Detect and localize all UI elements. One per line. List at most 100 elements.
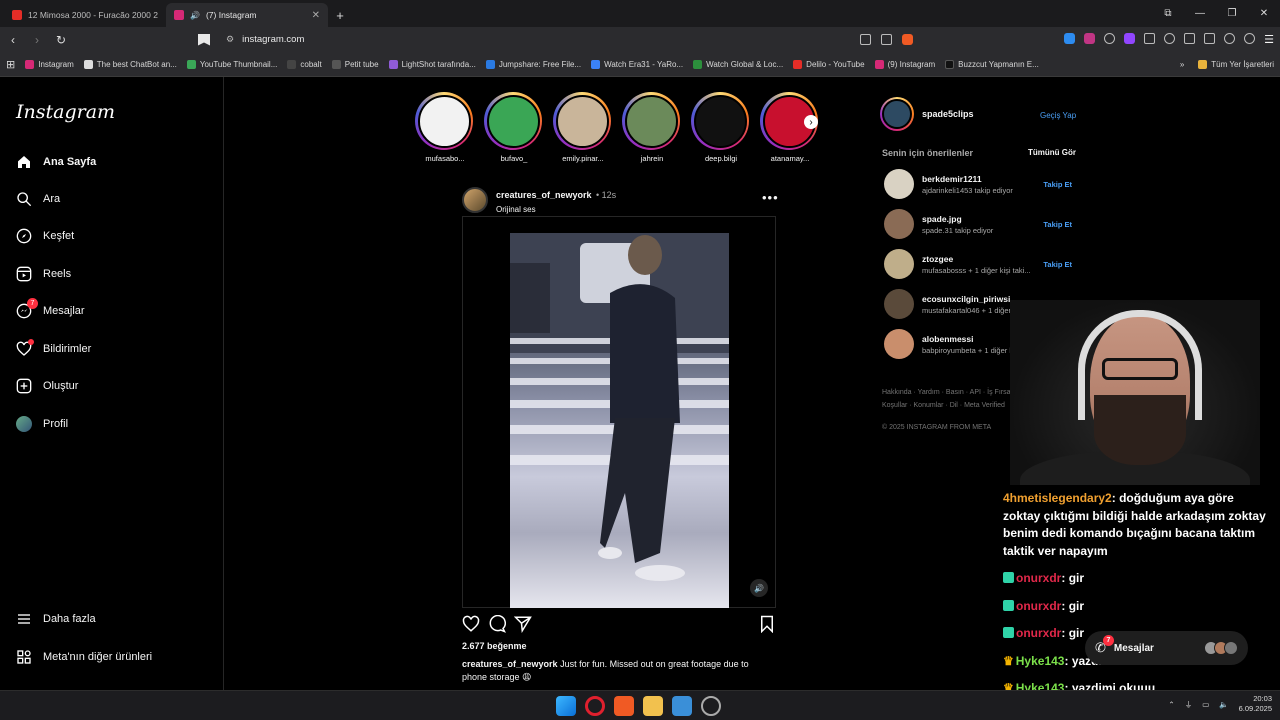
nav-notifications[interactable]: Bildirimler <box>16 339 91 357</box>
bookmark-item[interactable]: (9) Instagram <box>874 59 935 69</box>
all-bookmarks[interactable]: Tüm Yer İşaretleri <box>1198 59 1274 69</box>
stories-next-icon[interactable]: › <box>804 115 818 129</box>
chevron-up-icon[interactable]: ⌃ <box>1168 700 1174 709</box>
apps-grid-icon[interactable]: ⊞ <box>6 58 15 71</box>
sidebar-icon[interactable] <box>1204 33 1216 44</box>
bookmark-icon[interactable] <box>198 33 210 46</box>
save-bookmark-icon[interactable] <box>758 615 776 633</box>
menu-icon[interactable]: ☰ <box>1264 33 1274 46</box>
brave-shield-icon[interactable] <box>902 34 913 45</box>
like-heart-icon[interactable] <box>462 615 480 633</box>
bookmark-item[interactable]: cobalt <box>287 59 322 69</box>
see-all-link[interactable]: Tümünü Gör <box>1028 148 1076 157</box>
messages-pill[interactable]: ✆ 7 Mesajlar <box>1085 631 1248 665</box>
share-icon[interactable] <box>881 34 892 45</box>
bookmark-item[interactable]: Delilo - YouTube <box>793 59 865 69</box>
nav-explore[interactable]: Keşfet <box>16 228 74 244</box>
minimize-button[interactable]: — <box>1184 0 1216 27</box>
photos-icon[interactable] <box>672 696 692 716</box>
nav-search[interactable]: Ara <box>16 191 60 207</box>
bookmark-item[interactable]: Watch Global & Loc... <box>693 59 783 69</box>
nav-reels[interactable]: Reels <box>16 266 71 282</box>
site-info-icon[interactable]: ⚙ <box>226 34 234 45</box>
maximize-button[interactable]: ❐ <box>1216 0 1248 27</box>
nav-create[interactable]: Oluştur <box>16 378 78 394</box>
more-options-icon[interactable]: ••• <box>762 190 779 205</box>
avatar[interactable] <box>462 186 488 213</box>
instagram-logo[interactable]: Instagram <box>16 101 115 123</box>
extension-icon[interactable] <box>1144 33 1156 44</box>
nav-profile[interactable]: Profil <box>16 416 68 432</box>
current-username[interactable]: spade5clips <box>922 109 974 119</box>
reload-button[interactable]: ↻ <box>54 33 68 47</box>
volume-icon[interactable]: 🔊 <box>750 579 768 597</box>
caption-username[interactable]: creatures_of_newyork <box>462 659 558 669</box>
story-item[interactable]: bufavo_ <box>484 92 544 163</box>
avatar[interactable] <box>884 329 914 359</box>
opera-icon[interactable] <box>585 696 605 716</box>
switch-account-link[interactable]: Geçiş Yap <box>1040 111 1076 120</box>
follow-button[interactable]: Takip Et <box>1043 180 1072 189</box>
avatar[interactable] <box>884 289 914 319</box>
music-icon[interactable] <box>1224 33 1236 44</box>
network-icon[interactable]: ▭ <box>1202 700 1209 709</box>
vpn-icon[interactable] <box>1244 33 1256 44</box>
volume-icon[interactable]: 🔈 <box>1219 700 1228 709</box>
nav-home[interactable]: Ana Sayfa <box>16 154 96 170</box>
tab-instagram[interactable]: 🔊 (7) Instagram ✕ <box>166 3 328 27</box>
suggestion-username[interactable]: berkdemir1211 <box>922 174 1042 184</box>
avatar[interactable] <box>884 169 914 199</box>
reel-video[interactable] <box>510 233 729 608</box>
bookmark-item[interactable]: Watch Era31 - YaRo... <box>591 59 683 69</box>
share-icon[interactable] <box>514 615 532 633</box>
puzzle-icon[interactable] <box>1184 33 1196 44</box>
post-media[interactable]: 🔊 <box>462 216 776 608</box>
avatar[interactable] <box>884 209 914 239</box>
follow-button[interactable]: Takip Et <box>1043 220 1072 229</box>
suggestion-username[interactable]: spade.jpg <box>922 214 1042 224</box>
bookmark-item[interactable]: Instagram <box>25 59 74 69</box>
extension-icon[interactable] <box>1124 33 1136 44</box>
url-field[interactable]: ⚙ instagram.com <box>220 34 880 45</box>
extensions-icon[interactable]: ⧉ <box>1152 0 1184 27</box>
windows-start-icon[interactable] <box>556 696 576 716</box>
overflow-chevron-icon[interactable]: » <box>1180 60 1184 69</box>
back-button[interactable]: ‹ <box>6 33 20 47</box>
close-tab-icon[interactable]: ✕ <box>312 10 320 21</box>
bookmark-item[interactable]: LightShot tarafında... <box>388 59 476 69</box>
forward-button[interactable]: › <box>30 33 44 47</box>
cast-icon[interactable] <box>860 34 871 45</box>
nav-meta-products[interactable]: Meta'nın diğer ürünleri <box>16 649 152 665</box>
comment-icon[interactable] <box>488 615 506 633</box>
avatar[interactable] <box>884 249 914 279</box>
suggestion-username[interactable]: ztozgee <box>922 254 1042 264</box>
story-item[interactable]: jahrein <box>622 92 682 163</box>
post-audio[interactable]: Orijinal ses <box>496 205 616 214</box>
extension-icon[interactable] <box>1164 33 1176 44</box>
settings-icon[interactable] <box>701 696 721 716</box>
like-count[interactable]: 2.677 beğenme <box>462 641 527 651</box>
file-explorer-icon[interactable] <box>643 696 663 716</box>
nav-messages[interactable]: 7 Mesajlar <box>16 298 85 319</box>
bookmark-item[interactable]: The best ChatBot an... <box>83 59 177 69</box>
story-item[interactable]: mufasabo... <box>415 92 475 163</box>
close-window-button[interactable]: ✕ <box>1248 0 1280 27</box>
extension-icon[interactable] <box>1064 33 1076 44</box>
bookmark-item[interactable]: Jumpshare: Free File... <box>485 59 581 69</box>
avatar[interactable] <box>880 97 914 131</box>
bookmark-item[interactable]: YouTube Thumbnail... <box>186 59 277 69</box>
extension-icon[interactable] <box>1104 33 1116 44</box>
follow-button[interactable]: Takip Et <box>1043 260 1072 269</box>
usb-icon[interactable]: ⏚ <box>1185 699 1193 710</box>
bookmark-item[interactable]: Petit tube <box>331 59 379 69</box>
bookmark-item[interactable]: Buzzcut Yapmanın E... <box>945 59 1039 69</box>
tab-youtube[interactable]: 12 Mimosa 2000 - Furacão 2000 27 a <box>4 3 166 27</box>
nav-more[interactable]: Daha fazla <box>16 611 96 627</box>
post-username[interactable]: creatures_of_newyork <box>496 190 592 200</box>
extension-icon[interactable] <box>1084 33 1096 44</box>
story-item[interactable]: emily.pinar... <box>553 92 613 163</box>
clock[interactable]: 20:03 6.09.2025 <box>1239 694 1272 714</box>
new-tab-button[interactable]: + <box>328 3 352 27</box>
brave-icon[interactable] <box>614 696 634 716</box>
story-item[interactable]: deep.bilgi <box>691 92 751 163</box>
